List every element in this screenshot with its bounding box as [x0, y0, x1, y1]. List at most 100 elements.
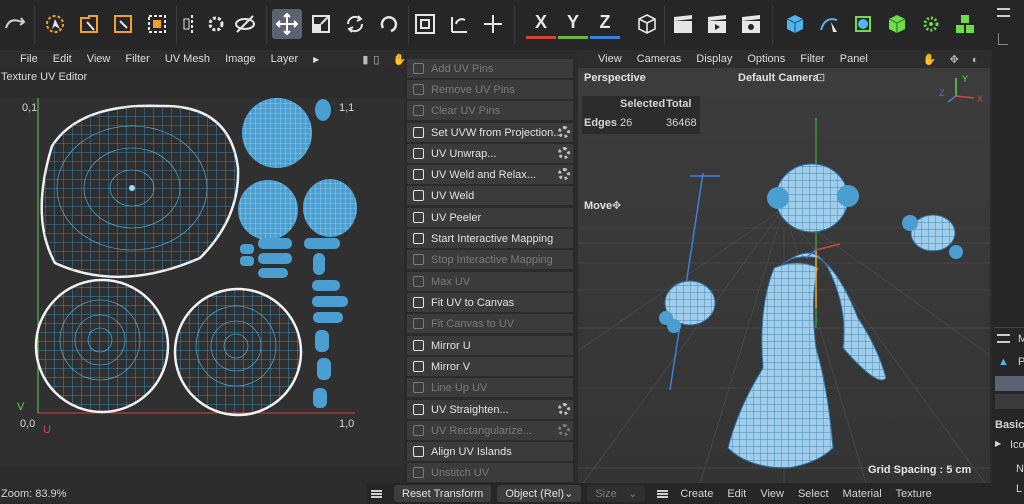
expand-arrow-icon[interactable]: ▶ [995, 439, 1001, 448]
command-uv-rectangularize[interactable]: UV Rectangularize... [407, 421, 573, 440]
camera-icon: ⊡ [816, 72, 826, 84]
viewport-camera-label[interactable]: Default Camera [738, 72, 819, 84]
reset-transform-button[interactable]: Reset Transform [394, 485, 492, 502]
viewport-menu-filter[interactable]: Filter [800, 53, 824, 65]
selection-info-hud: Selected Total Edges 26 36468 [582, 96, 700, 134]
gear-icon[interactable] [558, 168, 570, 180]
scale-tool-icon[interactable] [306, 9, 336, 39]
attributes-object-letter: P [1018, 356, 1024, 368]
object-manager-menu-icon[interactable] [997, 8, 1010, 17]
subdivision-surface-icon[interactable] [848, 9, 878, 39]
menu-edit[interactable]: Edit [53, 53, 72, 65]
menu-filter[interactable]: Filter [125, 53, 149, 65]
live-selection-icon[interactable] [40, 9, 70, 39]
render-settings-icon[interactable] [736, 9, 766, 39]
viewport-menu-display[interactable]: Display [696, 53, 732, 65]
menu-view[interactable]: View [87, 53, 111, 65]
command-set-uvw-from-projection[interactable]: Set UVW from Projection... [407, 123, 573, 142]
coordinate-system-icon[interactable] [444, 9, 474, 39]
viewport-menu-panel[interactable]: Panel [840, 53, 868, 65]
material-menu-material[interactable]: Material [843, 488, 882, 500]
symmetry-icon[interactable] [180, 9, 204, 39]
command-icon [413, 425, 424, 436]
material-menu-icon[interactable] [657, 489, 669, 498]
extrude-generator-icon[interactable] [882, 9, 912, 39]
command-remove-uv-pins[interactable]: Remove UV Pins [407, 80, 573, 99]
attributes-menu-icon[interactable] [997, 334, 1010, 343]
frame-selection-icon[interactable] [410, 9, 440, 39]
size-dropdown[interactable]: Size ⌄ [587, 485, 646, 502]
command-mirror-v[interactable]: Mirror V [407, 357, 573, 376]
viewport-menu-view[interactable]: View [598, 53, 622, 65]
command-uv-straighten[interactable]: UV Straighten... [407, 400, 573, 419]
command-fit-uv-to-canvas[interactable]: Fit UV to Canvas [407, 293, 573, 312]
gear-icon[interactable] [558, 147, 570, 159]
move-tool-icon[interactable] [272, 9, 302, 39]
spline-pen-icon[interactable] [814, 9, 844, 39]
menu-uv-mesh[interactable]: UV Mesh [165, 53, 210, 65]
recent-tool-icon[interactable] [374, 9, 404, 39]
gear-icon[interactable] [204, 9, 228, 39]
viewport-projection-label[interactable]: Perspective [584, 72, 646, 84]
command-uv-weld[interactable]: UV Weld [407, 186, 573, 205]
command-clear-uv-pins[interactable]: Clear UV Pins [407, 101, 573, 120]
command-fit-canvas-to-uv[interactable]: Fit Canvas to UV [407, 314, 573, 333]
deformer-cubes-icon[interactable] [950, 9, 980, 39]
coordinate-mode-dropdown[interactable]: Object (Rel) ⌄ [497, 485, 582, 502]
command-mirror-u[interactable]: Mirror U [407, 336, 573, 355]
command-uv-unwrap[interactable]: UV Unwrap... [407, 144, 573, 163]
command-start-interactive-mapping[interactable]: Start Interactive Mapping [407, 229, 573, 248]
redo-icon[interactable] [0, 9, 30, 39]
menu-file[interactable]: File [20, 53, 38, 65]
menu-image[interactable]: Image [225, 53, 256, 65]
material-menu-create[interactable]: Create [680, 488, 713, 500]
material-menu-edit[interactable]: Edit [727, 488, 746, 500]
command-label: UV Straighten... [431, 403, 509, 416]
x-axis-lock-button[interactable]: X [526, 9, 556, 39]
visibility-toggle-icon[interactable] [230, 9, 260, 39]
viewport-menu-options[interactable]: Options [747, 53, 785, 65]
basic-tab-label[interactable]: Basic [995, 419, 1024, 431]
material-menu-view[interactable]: View [760, 488, 784, 500]
command-unstitch-uv[interactable]: Unstitch UV [407, 463, 573, 482]
render-view-clapper-icon[interactable] [668, 9, 698, 39]
cube-primitive-icon[interactable] [780, 9, 810, 39]
rotate-tool-icon[interactable] [340, 9, 370, 39]
command-stop-interactive-mapping[interactable]: Stop Interactive Mapping [407, 250, 573, 269]
y-axis-lock-button[interactable]: Y [558, 9, 588, 39]
lasso-selection-icon[interactable] [74, 9, 104, 39]
rectangle-selection-icon[interactable] [142, 9, 172, 39]
uv-canvas[interactable]: 0,1 1,1 0,0 1,0 V U [0, 98, 404, 466]
object-mode-cube-icon[interactable] [632, 9, 662, 39]
attributes-tab-tag[interactable] [995, 394, 1024, 409]
z-axis-lock-button[interactable]: Z [590, 9, 620, 39]
mograph-cloner-icon[interactable] [916, 9, 946, 39]
3d-viewport[interactable]: View Cameras Display Options Filter Pane… [578, 50, 1002, 490]
gear-icon[interactable] [558, 424, 570, 436]
command-label: Remove UV Pins [431, 83, 515, 96]
command-uv-peeler[interactable]: UV Peeler [407, 208, 573, 227]
menu-layer[interactable]: Layer [271, 53, 299, 65]
more-menu-arrow-icon[interactable]: ▶ [313, 55, 319, 64]
name-field-label: N [1016, 463, 1024, 475]
command-icon [413, 84, 424, 95]
command-align-uv-islands[interactable]: Align UV Islands [407, 442, 573, 461]
gear-icon[interactable] [558, 403, 570, 415]
render-to-picture-viewer-icon[interactable] [702, 9, 732, 39]
gear-icon[interactable] [558, 126, 570, 138]
attributes-tab-selected[interactable] [995, 376, 1024, 391]
command-max-uv[interactable]: Max UV [407, 272, 573, 291]
command-add-uv-pins[interactable]: Add UV Pins [407, 59, 573, 78]
axis-move-icon[interactable] [478, 9, 508, 39]
command-label: Start Interactive Mapping [431, 232, 554, 245]
material-menu-texture[interactable]: Texture [896, 488, 932, 500]
uv-corner-bottom-left: 0,0 [20, 418, 36, 430]
polygon-selection-icon[interactable] [108, 9, 138, 39]
command-icon [413, 127, 424, 138]
coordinates-menu-icon[interactable] [371, 489, 382, 498]
svg-text:Y: Y [962, 74, 968, 84]
viewport-menu-cameras[interactable]: Cameras [637, 53, 682, 65]
command-uv-weld-and-relax[interactable]: UV Weld and Relax... [407, 165, 573, 184]
command-line-up-uv[interactable]: Line Up UV [407, 378, 573, 397]
material-menu-select[interactable]: Select [798, 488, 829, 500]
